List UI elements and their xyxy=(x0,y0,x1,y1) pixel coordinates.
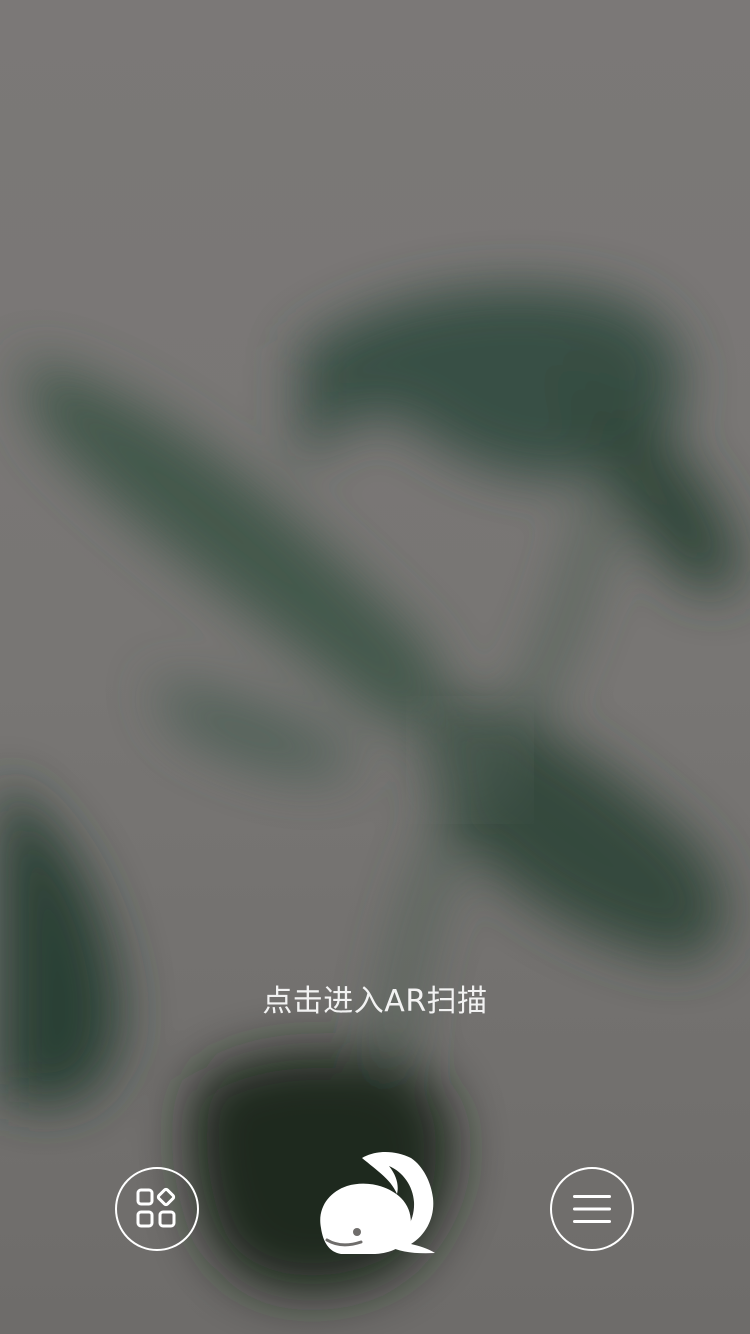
apps-grid-icon xyxy=(136,1187,176,1228)
menu-button[interactable] xyxy=(550,1167,634,1251)
menu-icon xyxy=(573,1195,611,1223)
blurred-plant-background xyxy=(0,0,750,1334)
apps-button[interactable] xyxy=(115,1167,199,1251)
whale-home-button[interactable] xyxy=(315,1150,437,1256)
ar-scan-screen: 点击进入AR扫描 xyxy=(0,0,750,1334)
ar-scan-hint[interactable]: 点击进入AR扫描 xyxy=(0,982,750,1022)
whale-logo-icon xyxy=(320,1152,435,1254)
